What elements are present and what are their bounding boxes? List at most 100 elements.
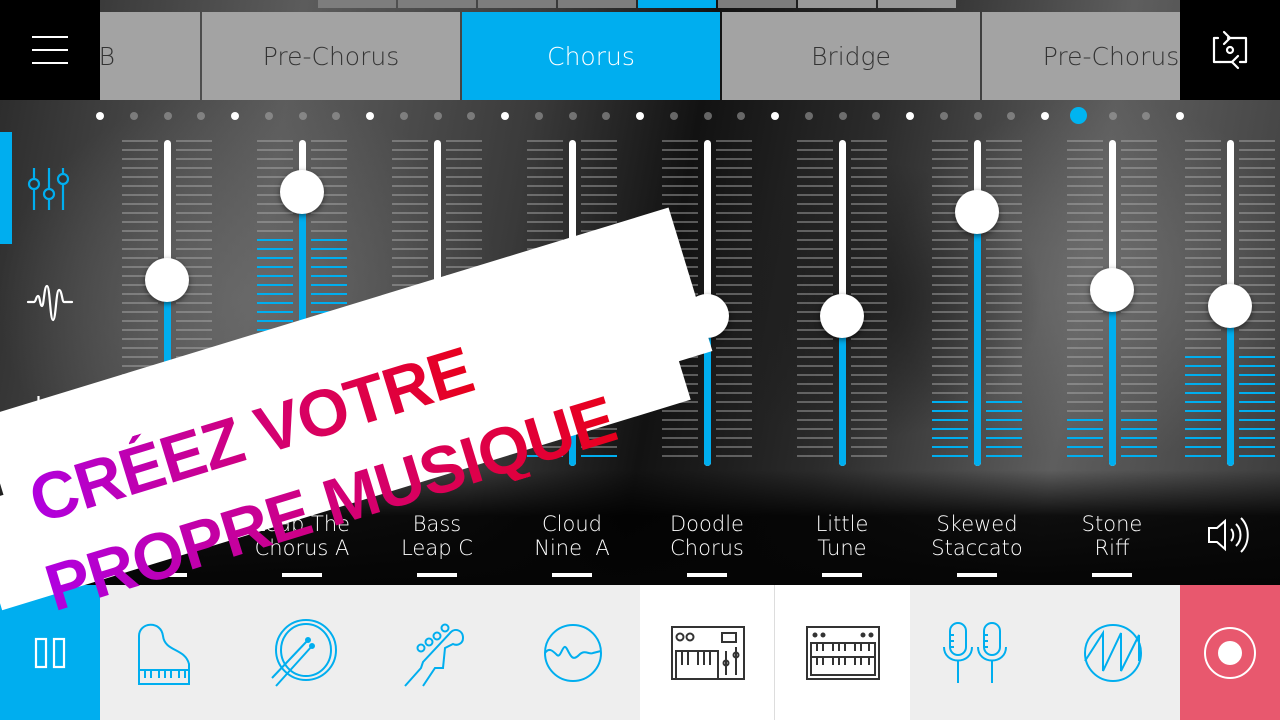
tab-section[interactable]: Verse B — [100, 12, 200, 100]
meter-tick — [392, 275, 428, 277]
song-segment[interactable] — [638, 0, 716, 8]
song-segment[interactable] — [878, 0, 956, 8]
song-segment[interactable] — [398, 0, 476, 8]
meter-tick — [1067, 428, 1103, 430]
meter-tick — [716, 239, 752, 241]
meter-tick — [797, 401, 833, 403]
mixer-channel — [932, 140, 1022, 470]
meter-tick — [986, 329, 1022, 331]
meter-tick — [1121, 419, 1157, 421]
instrument-drums[interactable] — [235, 585, 370, 720]
meter-tick — [932, 437, 968, 439]
song-segment[interactable] — [718, 0, 796, 8]
song-section-tabs: Verse B Pre-Chorus Chorus Bridge Pre-Chorus — [100, 12, 1180, 100]
fader-knob[interactable] — [955, 189, 999, 234]
meter-tick — [797, 410, 833, 412]
meter-tick — [716, 203, 752, 205]
instrument-organ[interactable] — [775, 585, 910, 720]
meter-tick — [581, 176, 617, 178]
meter-tick — [851, 347, 887, 349]
channel-mute-toggle[interactable] — [417, 573, 457, 577]
channel-mute-toggle[interactable] — [1092, 573, 1132, 577]
meter-tick — [932, 356, 968, 358]
meter-tick — [986, 410, 1022, 412]
meter-tick — [392, 158, 428, 160]
tab-section[interactable]: Pre-Chorus — [202, 12, 460, 100]
meter-tick — [1121, 167, 1157, 169]
instrument-synth-wave[interactable] — [505, 585, 640, 720]
channel-mute-toggle[interactable] — [282, 573, 322, 577]
channel-mute-toggle[interactable] — [957, 573, 997, 577]
fader-knob[interactable] — [280, 170, 324, 215]
channel-mute-toggle[interactable] — [687, 573, 727, 577]
beat-dot — [636, 112, 644, 120]
meter-tick — [257, 212, 293, 214]
tab-section[interactable]: Bridge — [722, 12, 980, 100]
bass-guitar-icon — [403, 623, 464, 687]
mixer-channel — [1067, 140, 1157, 470]
meter-tick — [797, 275, 833, 277]
meter-tick — [257, 311, 293, 313]
fader-knob[interactable] — [145, 258, 189, 303]
meter-tick — [1239, 374, 1275, 376]
song-segment[interactable] — [558, 0, 636, 8]
record-button[interactable] — [1180, 585, 1280, 720]
meter-tick — [1239, 257, 1275, 259]
beat-dot — [1142, 112, 1151, 120]
fader-knob[interactable] — [820, 294, 864, 339]
master-volume-button[interactable] — [1205, 512, 1255, 558]
meter-tick — [851, 455, 887, 457]
mixer-channel — [797, 140, 887, 470]
meter-tick — [527, 230, 563, 232]
meter-tick — [986, 356, 1022, 358]
beat-dot — [534, 112, 543, 120]
meter-tick — [851, 185, 887, 187]
sidebar-item-mixer[interactable] — [24, 160, 76, 212]
meter-tick — [311, 167, 347, 169]
meter-tick — [851, 437, 887, 439]
sidebar-item-waveform[interactable] — [24, 276, 76, 328]
meter-tick — [932, 140, 968, 142]
meter-tick — [986, 437, 1022, 439]
meter-tick — [1239, 428, 1275, 430]
meter-tick — [446, 149, 482, 151]
meter-tick — [257, 275, 293, 277]
song-segment[interactable] — [318, 0, 396, 8]
fader-knob[interactable] — [1208, 284, 1252, 329]
instrument-bass[interactable] — [370, 585, 505, 720]
song-structure-overview[interactable] — [318, 0, 956, 8]
meter-tick — [581, 167, 617, 169]
meter-tick — [1239, 239, 1275, 241]
meter-tick — [311, 212, 347, 214]
tab-section[interactable]: Pre-Chorus — [982, 12, 1180, 100]
loop-button[interactable] — [1180, 0, 1280, 100]
meter-tick — [122, 140, 158, 142]
meter-tick — [1185, 365, 1221, 367]
instrument-sawtooth[interactable] — [1045, 585, 1180, 720]
meter-tick — [797, 203, 833, 205]
meter-tick — [1067, 140, 1103, 142]
tab-section-label: Pre-Chorus — [1042, 41, 1180, 71]
fader-knob[interactable] — [1090, 267, 1134, 312]
meter-tick — [932, 230, 968, 232]
beat-dot — [1108, 112, 1117, 120]
meter-tick — [662, 410, 698, 412]
meter-tick — [716, 284, 752, 286]
tab-section[interactable]: Chorus — [462, 12, 720, 100]
menu-button[interactable] — [0, 0, 100, 100]
record-icon — [1204, 626, 1256, 679]
channel-mute-toggle[interactable] — [822, 573, 862, 577]
song-segment[interactable] — [798, 0, 876, 8]
instrument-synth-keyboard[interactable] — [640, 585, 775, 720]
meter-tick — [932, 446, 968, 448]
meter-tick — [1185, 284, 1221, 286]
instrument-vocals[interactable] — [910, 585, 1045, 720]
meter-tick — [257, 230, 293, 232]
song-segment[interactable] — [478, 0, 556, 8]
meter-tick — [176, 320, 212, 322]
hamburger-menu-icon-line — [32, 49, 68, 51]
meter-tick — [311, 140, 347, 142]
beat-dot — [96, 112, 104, 120]
channel-mute-toggle[interactable] — [552, 573, 592, 577]
meter-tick — [1121, 392, 1157, 394]
